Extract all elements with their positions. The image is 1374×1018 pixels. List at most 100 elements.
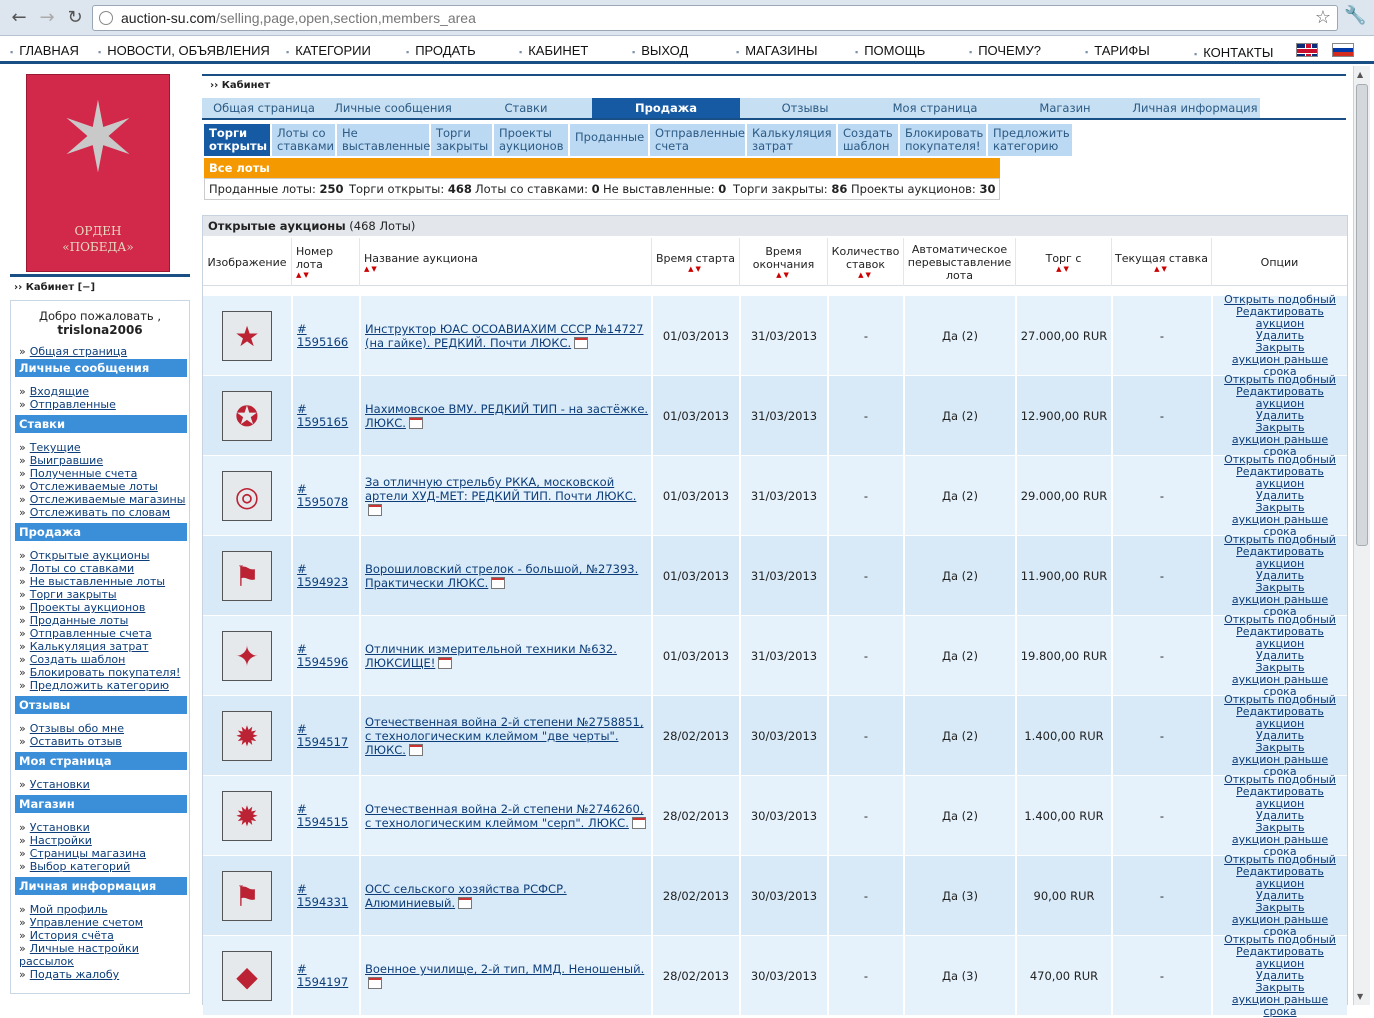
sort-arrows-icon[interactable]: ▲▼ — [776, 271, 791, 279]
auction-name-link[interactable]: Отличник измерительной техники №632. ЛЮК… — [365, 642, 617, 670]
url-text[interactable]: auction-su.com/selling,page,open,section… — [121, 10, 476, 26]
subtab-8[interactable]: Создать шаблон — [838, 124, 898, 156]
edit-calendar-icon[interactable] — [574, 336, 589, 349]
lot-number-link[interactable]: # 1594596 — [297, 643, 349, 669]
sort-arrows-icon[interactable]: ▲▼ — [688, 265, 703, 273]
lot-number-link[interactable]: # 1595165 — [297, 403, 349, 429]
topnav-item[interactable]: КАТЕГОРИИ — [286, 43, 371, 58]
sort-arrows-icon[interactable]: ▲▼ — [296, 271, 311, 279]
auction-name-link[interactable]: Инструктор ЮАС ОСОАВИАХИМ СССР №14727 (н… — [365, 322, 644, 350]
lot-thumbnail[interactable]: ★ — [222, 311, 272, 361]
option-link-1[interactable]: Редактировать аукцион — [1230, 946, 1330, 970]
sidebar-link[interactable]: Проекты аукционов — [19, 601, 146, 614]
column-header-7[interactable]: Торг с ▲▼ — [1015, 238, 1111, 286]
subtab-10[interactable]: Предложить категорию — [988, 124, 1072, 156]
topnav-item[interactable]: НОВОСТИ, ОБЪЯВЛЕНИЯ — [98, 43, 270, 58]
sidebar-link[interactable]: Открытые аукционы — [19, 549, 150, 562]
topnav-item[interactable]: ПОЧЕМУ? — [969, 43, 1041, 58]
sort-arrows-icon[interactable]: ▲▼ — [1154, 265, 1169, 273]
sidebar-link[interactable]: История счёта — [19, 929, 114, 942]
topnav-item[interactable]: КОНТАКТЫ — [1194, 45, 1273, 60]
sidebar-link[interactable]: Отправленные — [19, 398, 116, 411]
lot-number-link[interactable]: # 1594515 — [297, 803, 349, 829]
lot-thumbnail[interactable]: ◆ — [222, 951, 272, 1001]
lot-number-link[interactable]: # 1594331 — [297, 883, 349, 909]
sort-arrows-icon[interactable]: ▲▼ — [364, 265, 379, 273]
option-link-1[interactable]: Редактировать аукцион — [1230, 386, 1330, 410]
sidebar-link[interactable]: Личные настройки рассылок — [19, 942, 179, 968]
sidebar-link[interactable]: Отслеживаемые лоты — [19, 480, 158, 493]
edit-calendar-icon[interactable] — [368, 976, 382, 989]
sidebar-link[interactable]: Входящие — [19, 385, 89, 398]
edit-calendar-icon[interactable] — [438, 656, 453, 669]
sidebar-link[interactable]: Текущие — [19, 441, 81, 454]
order-pobeda-cover-image[interactable]: ✶ ОРДЕН «ПОБЕДА» — [26, 74, 170, 272]
subtab-5[interactable]: Проданные — [570, 124, 648, 156]
scroll-up-icon[interactable]: ▲ — [1357, 70, 1363, 79]
option-link-1[interactable]: Редактировать аукцион — [1230, 306, 1330, 330]
sidebar-link[interactable]: Торги закрыты — [19, 588, 117, 601]
page-scrollbar[interactable]: ▲ ▼ — [1353, 66, 1370, 1005]
sidebar-link[interactable]: Не выставленные лоты — [19, 575, 165, 588]
subtab-2[interactable]: Не выставленные — [337, 124, 430, 156]
edit-calendar-icon[interactable] — [368, 503, 382, 516]
lot-thumbnail[interactable]: ⚑ — [222, 551, 272, 601]
option-link-1[interactable]: Редактировать аукцион — [1230, 626, 1330, 650]
flag-ru-icon[interactable] — [1332, 43, 1354, 57]
topnav-item[interactable]: КАБИНЕТ — [519, 43, 588, 58]
sidebar-link-home[interactable]: Общая страница — [19, 345, 127, 358]
tab-6[interactable]: Магазин — [1000, 98, 1130, 118]
lot-thumbnail[interactable]: ⚑ — [222, 871, 272, 921]
tab-3[interactable]: Продажа — [592, 98, 740, 118]
tab-4[interactable]: Отзывы — [740, 98, 870, 118]
sidebar-link[interactable]: Подать жалобу — [19, 968, 119, 981]
sort-arrows-icon[interactable]: ▲▼ — [858, 271, 873, 279]
subtab-3[interactable]: Торги закрыты — [431, 124, 492, 156]
auction-name-link[interactable]: За отличную стрельбу РККА, московской ар… — [365, 475, 636, 503]
column-header-2[interactable]: Название аукциона ▲▼ — [359, 238, 651, 286]
edit-calendar-icon[interactable] — [631, 816, 646, 829]
subtab-4[interactable]: Проекты аукционов — [494, 124, 568, 156]
tab-2[interactable]: Ставки — [460, 98, 592, 118]
subtab-6[interactable]: Отправленные счета — [650, 124, 745, 156]
address-bar[interactable]: auction-su.com/selling,page,open,section… — [92, 5, 1338, 31]
sidebar-link[interactable]: Настройки — [19, 834, 92, 847]
tab-7[interactable]: Личная информация — [1130, 98, 1260, 118]
edit-calendar-icon[interactable] — [408, 416, 423, 429]
option-link-1[interactable]: Редактировать аукцион — [1230, 786, 1330, 810]
edit-calendar-icon[interactable] — [408, 743, 423, 756]
auction-name-link[interactable]: Военное училище, 2-й тип, ММД. Неношеный… — [365, 962, 644, 976]
option-link-1[interactable]: Редактировать аукцион — [1230, 466, 1330, 490]
sidebar-link[interactable]: Выбор категорий — [19, 860, 131, 873]
tab-0[interactable]: Общая страница — [202, 98, 326, 118]
back-icon[interactable]: ← — [8, 7, 30, 29]
lot-number-link[interactable]: # 1594923 — [297, 563, 349, 589]
topnav-item[interactable]: ГЛАВНАЯ — [10, 43, 79, 58]
topnav-item[interactable]: ПОМОЩЬ — [855, 43, 925, 58]
topnav-item[interactable]: ТАРИФЫ — [1085, 43, 1150, 58]
lot-number-link[interactable]: # 1595166 — [297, 323, 349, 349]
column-header-4[interactable]: Время окончания ▲▼ — [739, 238, 827, 286]
sidebar-link[interactable]: Установки — [19, 821, 90, 834]
column-header-5[interactable]: Количество ставок ▲▼ — [827, 238, 903, 286]
sidebar-link[interactable]: Выигравшие — [19, 454, 103, 467]
sidebar-link[interactable]: Полученные счета — [19, 467, 138, 480]
tab-1[interactable]: Личные сообщения — [326, 98, 460, 118]
option-link-1[interactable]: Редактировать аукцион — [1230, 866, 1330, 890]
scrollbar-thumb[interactable] — [1356, 84, 1368, 546]
lot-thumbnail[interactable]: ◎ — [222, 471, 272, 521]
lot-thumbnail[interactable]: ✹ — [222, 791, 272, 841]
subtab-0[interactable]: Торги открыты — [204, 124, 270, 156]
subtab-9[interactable]: Блокировать покупателя! — [900, 124, 986, 156]
auction-name-link[interactable]: Отечественная война 2-й степени №2758851… — [365, 715, 644, 757]
lot-thumbnail[interactable]: ✪ — [222, 391, 272, 441]
sidebar-link[interactable]: Отзывы обо мне — [19, 722, 124, 735]
lot-number-link[interactable]: # 1595078 — [297, 483, 349, 509]
star-icon[interactable]: ☆ — [1315, 7, 1331, 28]
auction-name-link[interactable]: Отечественная война 2-й степени №2746260… — [365, 802, 644, 830]
edit-calendar-icon[interactable] — [458, 896, 473, 909]
topnav-item[interactable]: ВЫХОД — [632, 43, 688, 58]
sidebar-link[interactable]: Лоты со ставками — [19, 562, 134, 575]
subtab-7[interactable]: Калькуляция затрат — [747, 124, 836, 156]
sidebar-link[interactable]: Проданные лоты — [19, 614, 129, 627]
